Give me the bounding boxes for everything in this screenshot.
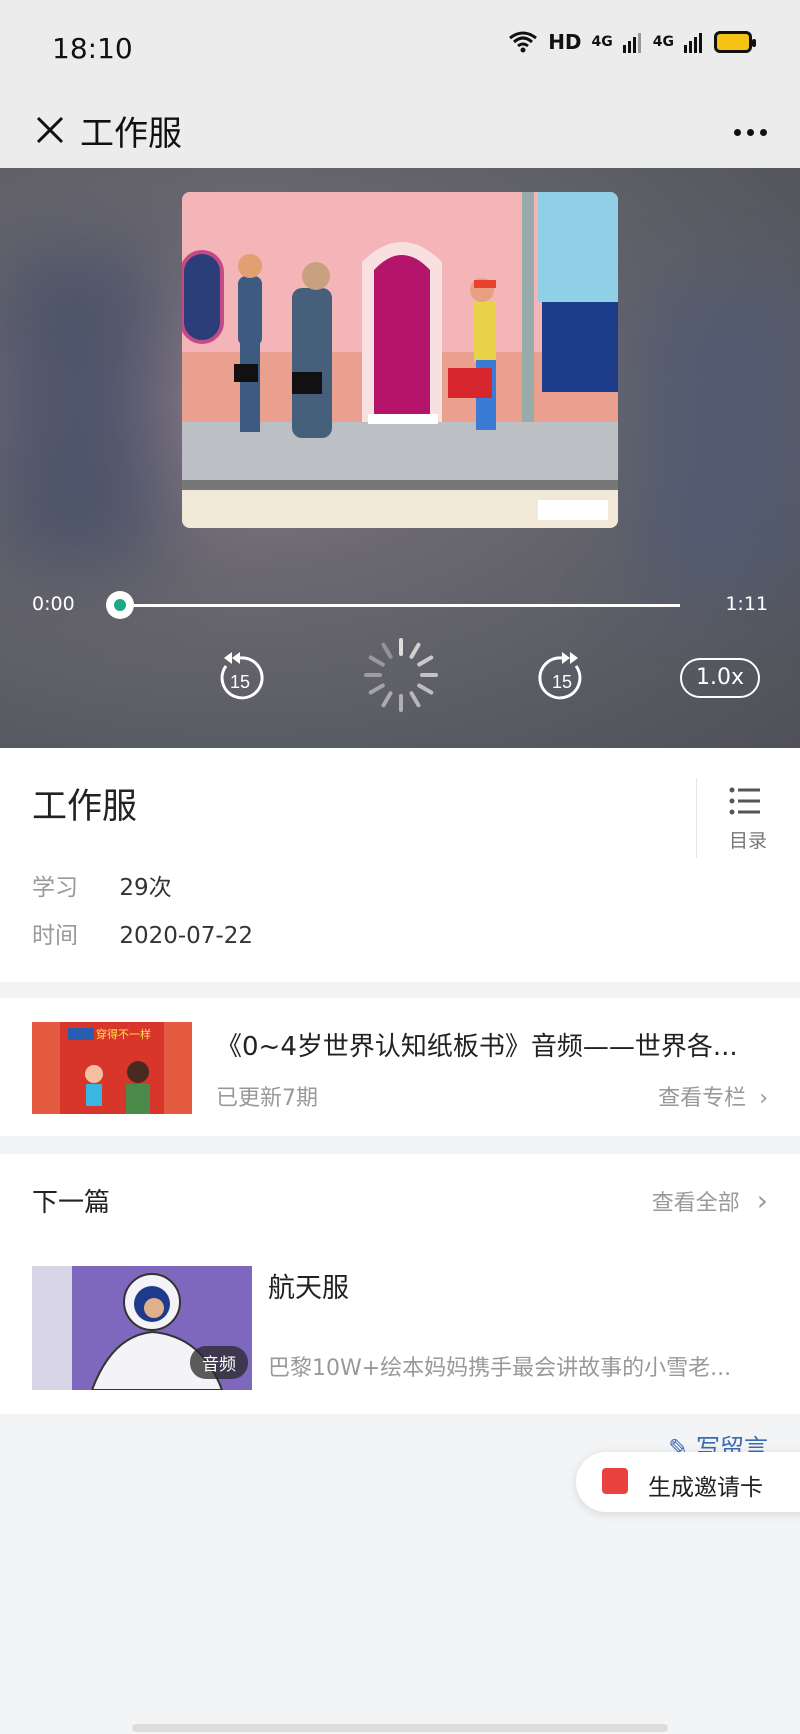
album-cover-art: 穿得不一样 <box>32 1022 192 1114</box>
rewind-label: 15 <box>230 672 250 692</box>
view-all-label: 查看全部 <box>651 1191 740 1216</box>
nav-title: 工作服 <box>80 114 182 154</box>
invite-label: 生成邀请卡 <box>648 1475 763 1501</box>
rewind-15-icon[interactable]: 15 <box>212 650 268 706</box>
signal-icon-2 <box>684 33 702 53</box>
album-updated: 已更新7期 <box>216 1086 318 1111</box>
signal-label-1: 4G <box>591 34 613 50</box>
study-count-key: 学习 <box>32 875 78 901</box>
generate-invite-card-button[interactable]: 生成邀请卡 <box>576 1452 800 1512</box>
next-item-description: 巴黎10W+绘本妈妈携手最会讲故事的小雪老... <box>268 1356 732 1381</box>
more-dot-icon <box>759 128 767 136</box>
status-bar: 18:10 HD 4G 4G <box>0 0 800 96</box>
wifi-icon <box>509 31 538 53</box>
background-blur <box>640 288 800 588</box>
forward-15-icon[interactable]: 15 <box>534 650 590 706</box>
toc-label: 目录 <box>729 830 768 852</box>
current-time: 0:00 <box>32 593 75 615</box>
signal-label-2: 4G <box>652 34 674 50</box>
status-time: 18:10 <box>52 32 133 65</box>
total-time: 1:11 <box>725 593 768 615</box>
home-indicator <box>132 1724 668 1732</box>
more-dot-icon <box>746 128 754 136</box>
next-item-cover[interactable]: 音频 <box>32 1266 252 1390</box>
progress-thumb[interactable] <box>106 591 134 619</box>
view-album-label: 查看专栏 <box>658 1086 747 1111</box>
view-all-link[interactable]: 查看全部 › <box>652 1184 768 1217</box>
next-header: 下一篇 <box>32 1188 111 1218</box>
album-cover-text: 穿得不一样 <box>96 1027 151 1041</box>
audio-player: 0:00 1:11 15 15 1.0x <box>0 168 800 748</box>
loading-spinner-icon <box>364 638 438 712</box>
playback-speed-button[interactable]: 1.0x <box>680 658 760 698</box>
study-count-value: 29次 <box>119 875 172 901</box>
date-row: 时间 2020-07-22 <box>32 916 253 950</box>
album-card[interactable]: 穿得不一样 《0~4岁世界认知纸板书》音频——世界各... 已更新7期 查看专栏… <box>0 998 800 1136</box>
battery-icon <box>714 31 756 53</box>
next-episode-section: 下一篇 查看全部 › 音频 航天服 巴黎10W+绘本妈妈携手最会讲故事的小雪老.… <box>0 1154 800 1414</box>
next-item-title[interactable]: 航天服 <box>268 1266 349 1305</box>
album-cover: 穿得不一样 <box>32 1022 192 1114</box>
album-title: 《0~4岁世界认知纸板书》音频——世界各... <box>216 1032 738 1062</box>
network-label: HD <box>548 30 582 54</box>
chevron-right-icon: › <box>756 1184 768 1217</box>
forward-label: 15 <box>552 672 572 692</box>
toc-button[interactable]: 目录 <box>696 778 800 858</box>
more-dot-icon <box>733 128 741 136</box>
close-icon[interactable] <box>24 104 76 156</box>
study-count-row: 学习 29次 <box>32 868 172 902</box>
episode-title: 工作服 <box>32 787 138 827</box>
signal-icon-1 <box>622 33 641 53</box>
cover-illustration <box>182 192 618 528</box>
cover-image <box>182 192 618 528</box>
date-value: 2020-07-22 <box>119 923 253 949</box>
nav-bar: 工作服 <box>0 96 800 168</box>
audio-badge: 音频 <box>190 1346 248 1379</box>
date-key: 时间 <box>32 923 78 949</box>
chevron-right-icon: › <box>759 1086 768 1111</box>
progress-track[interactable] <box>120 604 680 607</box>
view-album-link[interactable]: 查看专栏 › <box>658 1080 768 1112</box>
episode-info: 工作服 目录 学习 29次 时间 2020-07-22 <box>0 748 800 982</box>
background-blur <box>0 248 160 568</box>
status-icons: HD 4G 4G <box>508 30 756 54</box>
list-icon <box>729 787 760 815</box>
more-menu-button[interactable] <box>722 106 778 158</box>
gift-icon <box>602 1468 628 1494</box>
